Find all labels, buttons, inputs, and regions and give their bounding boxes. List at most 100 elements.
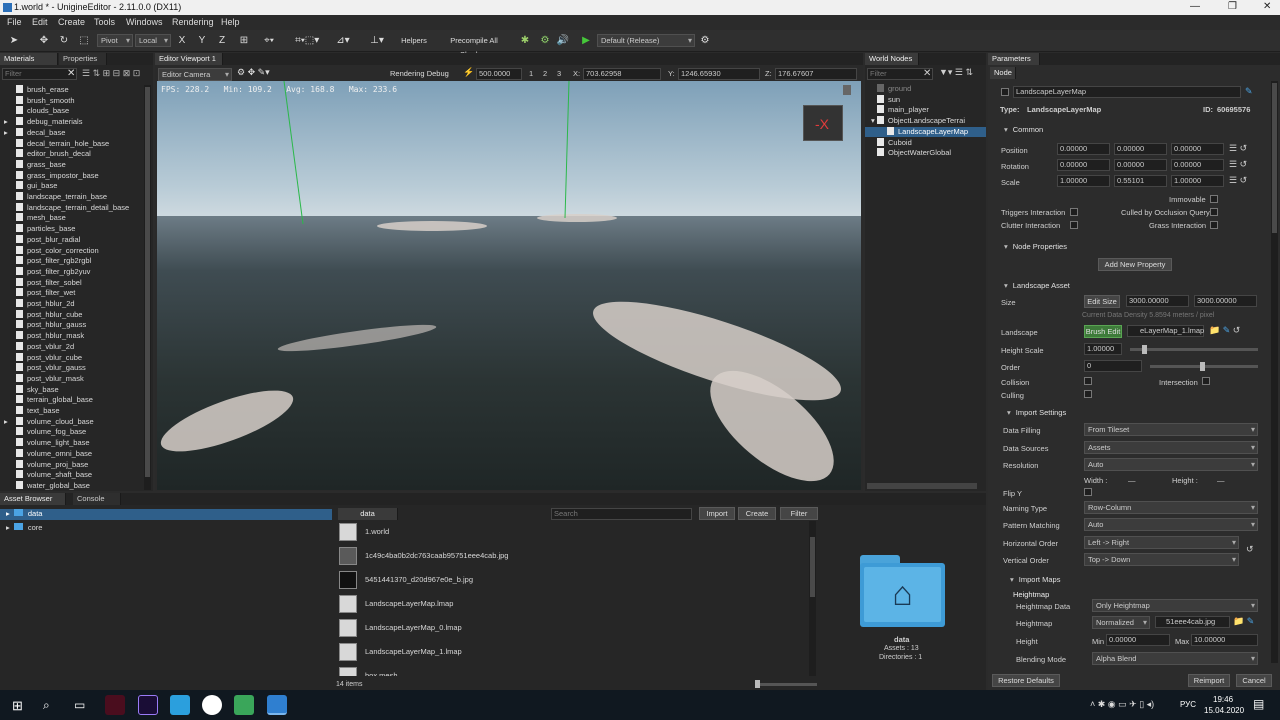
hm-file-input[interactable]: 51eee4cab.jpg — [1155, 616, 1230, 628]
local-select[interactable]: Local — [135, 34, 171, 47]
speed-preset-2[interactable]: 2 — [543, 69, 547, 78]
tab-world-nodes[interactable]: World Nodes — [865, 53, 919, 65]
material-item[interactable]: post_vblur_mask — [0, 374, 84, 385]
selection-mode-icon[interactable]: ⬚▾ — [300, 34, 324, 48]
grid-snap-icon[interactable]: ⊞ — [238, 34, 250, 48]
material-item[interactable]: volume_proj_base — [0, 460, 88, 471]
play-icon[interactable]: ▶ — [580, 34, 592, 48]
unigine-icon[interactable] — [267, 695, 287, 715]
vert-select[interactable]: Top -> Down — [1084, 553, 1239, 566]
physics-icon[interactable]: ✱ — [518, 34, 532, 48]
node-enabled-checkbox[interactable] — [1001, 88, 1009, 96]
tab-properties[interactable]: Properties — [59, 53, 107, 65]
minimize-button[interactable]: — — [1190, 1, 1200, 12]
grass-checkbox[interactable] — [1210, 221, 1218, 229]
scale-x[interactable]: 1.00000 — [1057, 175, 1110, 187]
edit-name-icon[interactable]: ✎ — [1245, 86, 1253, 97]
tab-parameters[interactable]: Parameters — [988, 53, 1040, 65]
scale-icon[interactable]: ⬚ — [77, 34, 91, 48]
axis-gizmo-cube[interactable]: -X — [803, 105, 843, 141]
tray-icons[interactable]: ˄ ✱ ◉ ▭ ✈ ▯ ◂) — [1090, 699, 1154, 710]
material-item[interactable]: clouds_base — [0, 106, 69, 117]
material-item[interactable]: ▸ volume_cloud_base — [0, 417, 94, 428]
material-item[interactable]: post_hblur_gauss — [0, 320, 86, 331]
language-indicator[interactable]: РУС — [1180, 700, 1196, 709]
file-item[interactable]: LandscapeLayerMap_0.lmap — [334, 617, 462, 639]
tree-data[interactable]: ▸ data — [0, 509, 332, 520]
axis-x-button[interactable]: X — [176, 34, 188, 48]
menu-help[interactable]: Help — [221, 17, 240, 27]
app-icon-1[interactable] — [105, 695, 125, 715]
node-ground[interactable]: ground — [877, 84, 911, 95]
position-y[interactable]: 0.00000 — [1114, 143, 1167, 155]
horiz-select[interactable]: Left -> Right — [1084, 536, 1239, 549]
common-section[interactable]: Common — [1004, 125, 1043, 134]
landscape-file-input[interactable]: eLayerMap_1.lmap — [1127, 325, 1204, 337]
config-select[interactable]: Default (Release) — [597, 34, 695, 47]
telegram-icon[interactable] — [170, 695, 190, 715]
camera-x-input[interactable]: 703.62958 — [583, 68, 661, 80]
material-item[interactable]: landscape_terrain_detail_base — [0, 203, 129, 214]
material-item[interactable]: post_hblur_mask — [0, 331, 84, 342]
yandex-icon[interactable] — [202, 695, 222, 715]
rotate-icon[interactable]: ↻ — [57, 34, 71, 48]
material-item[interactable]: volume_omni_base — [0, 449, 92, 460]
scale-z[interactable]: 1.00000 — [1171, 175, 1224, 187]
axis-z-button[interactable]: Z — [216, 34, 228, 48]
triggers-checkbox[interactable] — [1070, 208, 1078, 216]
asset-search-input[interactable]: Search — [551, 508, 692, 520]
landscape-asset-section[interactable]: Landscape Asset — [1004, 281, 1070, 290]
material-item[interactable]: post_hblur_2d — [0, 299, 75, 310]
clock-time[interactable]: 19:46 — [1213, 695, 1233, 704]
node-object-landscape[interactable]: ▾ ObjectLandscapeTerrai — [871, 116, 965, 127]
file-item[interactable]: 1.world — [334, 521, 389, 543]
tree-core[interactable]: ▸ core — [6, 523, 42, 534]
cancel-button[interactable]: Cancel — [1236, 674, 1272, 687]
culled-checkbox[interactable] — [1210, 208, 1218, 216]
camera-speed-input[interactable]: 500.0000 — [476, 68, 522, 80]
reset-position-icon[interactable]: ☰ ↺ — [1229, 143, 1247, 154]
material-item[interactable]: water_global_base — [0, 481, 90, 490]
rendering-debug-button[interactable]: Rendering Debug — [390, 69, 449, 78]
filter-button[interactable]: Filter — [780, 507, 818, 520]
sound-icon[interactable]: 🔊 — [556, 34, 570, 48]
create-button[interactable]: Create — [738, 507, 776, 520]
material-item[interactable]: text_base — [0, 406, 60, 417]
size-x-input[interactable]: 3000.00000 — [1126, 295, 1189, 307]
material-item[interactable]: gui_base — [0, 181, 57, 192]
material-item[interactable]: grass_base — [0, 160, 66, 171]
rotation-y[interactable]: 0.00000 — [1114, 159, 1167, 171]
filter-icon[interactable]: ▼▾ ☰ ⇅ — [939, 67, 973, 78]
order-input[interactable]: 0 — [1084, 360, 1142, 372]
import-maps-section[interactable]: Import Maps — [1010, 575, 1061, 584]
min-input[interactable]: 0.00000 — [1106, 634, 1170, 646]
reset-rotation-icon[interactable]: ☰ ↺ — [1229, 159, 1247, 170]
expand-arrow-icon[interactable]: ▸ — [0, 128, 16, 139]
tab-asset-browser[interactable]: Asset Browser — [0, 493, 66, 505]
zoom-slider[interactable] — [755, 680, 817, 688]
material-item[interactable]: brush_erase — [0, 85, 69, 96]
material-item[interactable]: post_vblur_cube — [0, 353, 82, 364]
clear-filter-icon[interactable]: ✕ — [923, 68, 931, 79]
close-button[interactable]: ✕ — [1263, 1, 1271, 12]
placement-icon[interactable]: ⊿▾ — [331, 34, 355, 48]
parameters-scrollbar[interactable] — [1271, 81, 1278, 663]
expand-arrow-icon[interactable]: ▸ — [0, 117, 16, 128]
materials-filter-input[interactable]: Filter — [2, 68, 77, 80]
rotation-x[interactable]: 0.00000 — [1057, 159, 1110, 171]
hm-mode-select[interactable]: Normalized — [1092, 616, 1150, 629]
reset-scale-icon[interactable]: ☰ ↺ — [1229, 175, 1247, 186]
start-icon[interactable]: ⊞ — [12, 698, 23, 714]
settings-icon[interactable]: ⚙ — [699, 34, 711, 48]
nodes-hscrollbar[interactable] — [867, 483, 977, 489]
node-cuboid[interactable]: Cuboid — [877, 138, 912, 149]
edit-size-button[interactable]: Edit Size — [1084, 295, 1120, 308]
node-properties-section[interactable]: Node Properties — [1004, 242, 1067, 251]
file-item[interactable]: 5451441370_d20d967e0e_b.jpg — [334, 569, 473, 591]
file-item[interactable]: 1c49c4ba0b2dc763caab95751eee4cab.jpg — [334, 545, 508, 567]
sort-icon[interactable]: ☰ ⇅ ⊞ ⊟ ⊠ ⊡ — [82, 68, 140, 79]
file-item[interactable]: box.mesh — [334, 665, 398, 676]
notifications-icon[interactable]: ▤ — [1253, 697, 1264, 711]
file-item[interactable]: LandscapeLayerMap.lmap — [334, 593, 453, 615]
material-item[interactable]: post_vblur_2d — [0, 342, 74, 353]
